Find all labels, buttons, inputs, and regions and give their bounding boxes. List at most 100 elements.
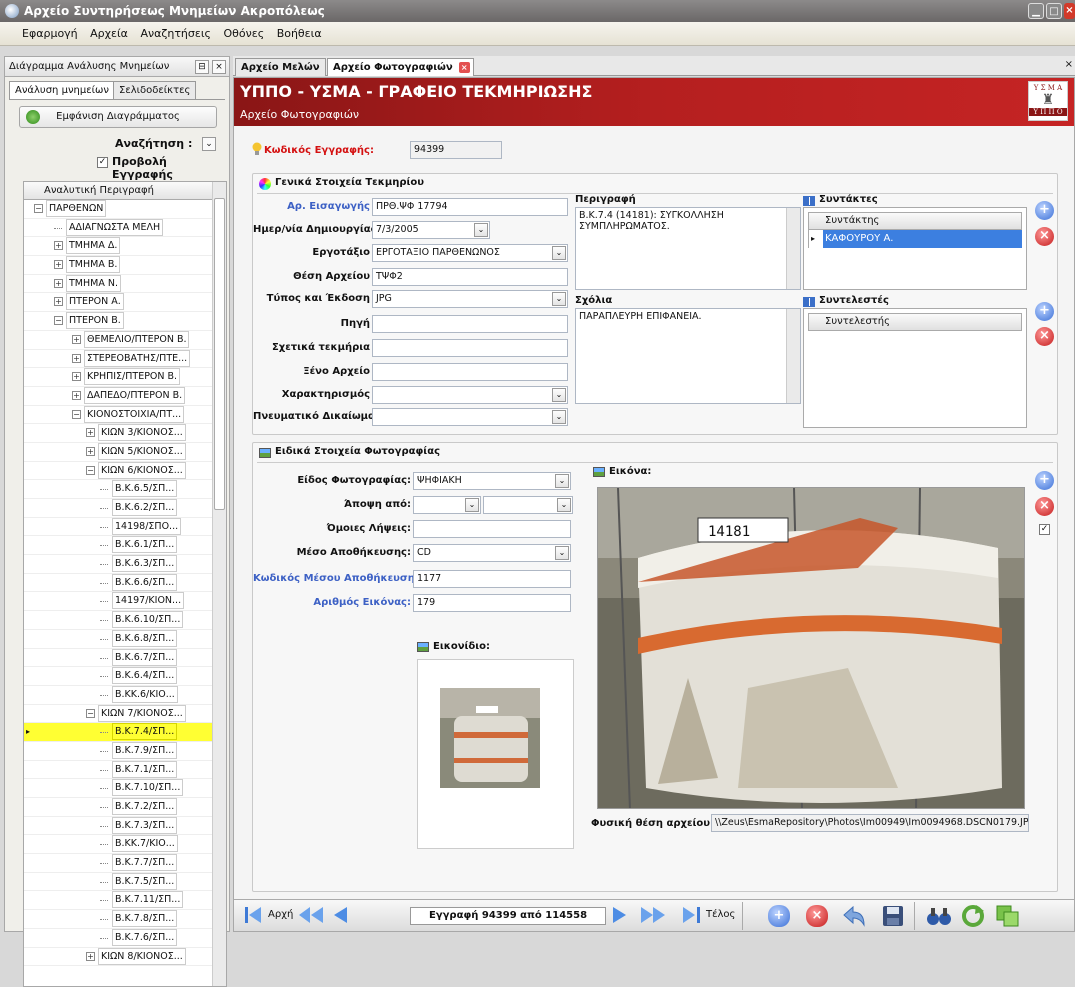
binoculars-icon[interactable] <box>926 905 952 927</box>
expand-icon[interactable]: + <box>72 353 81 363</box>
panel-close-icon[interactable]: × <box>212 60 226 74</box>
tree-row[interactable]: − ΚΙΟΝΟΣΤΟΙΧΙΑ/ΠΤ... <box>24 405 226 425</box>
search-dropdown-icon[interactable]: ⌄ <box>202 137 216 151</box>
tree-row[interactable]: Β.Κ.6.4/ΣΠ... <box>24 667 226 686</box>
tree-node-label[interactable]: ΚΙΩΝ 3/ΚΙΟΝΟΣ... <box>98 424 186 442</box>
save-icon[interactable] <box>882 905 904 927</box>
expand-icon[interactable]: + <box>54 241 63 251</box>
menu-item-searches[interactable]: Αναζητήσεις <box>140 27 211 40</box>
tree-row[interactable]: Β.Κ.6.1/ΣΠ... <box>24 536 226 556</box>
tab-members-archive[interactable]: Αρχείο Μελών <box>235 58 326 76</box>
chevron-down-icon[interactable]: ⌄ <box>557 498 571 512</box>
tree-node-label[interactable]: Β.Κ.7.7/ΣΠ... <box>112 854 178 872</box>
close-tab-icon[interactable]: × <box>458 62 470 73</box>
general-field-input[interactable] <box>372 339 568 357</box>
delete-image-button[interactable]: × <box>1035 497 1054 516</box>
last-record-icon[interactable] <box>682 906 702 924</box>
add-image-button[interactable]: + <box>1035 471 1054 490</box>
menu-item-screens[interactable]: Οθόνες <box>224 27 265 40</box>
tree-node-label[interactable]: Β.Κ.6.3/ΣΠ... <box>112 555 178 573</box>
tree-scrollbar[interactable] <box>212 182 226 986</box>
tree-row[interactable]: + ΣΤΕΡΕΟΒΑΤΗΣ/ΠΤΕ... <box>24 349 226 369</box>
tree-node-label[interactable]: ΘΕΜΕΛΙΟ/ΠΤΕΡΟΝ Β. <box>84 330 190 348</box>
expand-icon[interactable]: + <box>72 390 81 400</box>
tree-node-label[interactable]: Β.Κ.7.8/ΣΠ... <box>112 910 178 928</box>
tree-node-label[interactable]: Β.Κ.6.2/ΣΠ... <box>112 499 178 516</box>
previous-icon[interactable] <box>332 906 348 924</box>
show-diagram-button[interactable]: Εμφάνιση Διαγράμματος <box>19 106 217 128</box>
tree-node-label[interactable]: ΠΤΕΡΟΝ Β. <box>66 312 124 330</box>
description-textarea[interactable]: Β.Κ.7.4 (14181): ΣΥΓΚΟΛΛΗΣΗ ΣΥΜΠΛΗΡΩΜΑΤΟ… <box>575 207 801 290</box>
chevron-down-icon[interactable]: ⌄ <box>552 292 566 306</box>
chevron-down-icon[interactable]: ⌄ <box>465 498 479 512</box>
tree-row[interactable]: Β.Κ.7.2/ΣΠ... <box>24 798 226 817</box>
chevron-down-icon[interactable]: ⌄ <box>552 246 566 260</box>
expand-icon[interactable]: + <box>86 428 95 438</box>
tree-row[interactable]: + ΠΤΕΡΟΝ Α. <box>24 293 226 313</box>
tree-node-label[interactable]: Β.Κ.6.6/ΣΠ... <box>112 573 178 591</box>
fast-back-icon[interactable] <box>298 906 324 924</box>
delete-record-button[interactable]: × <box>806 905 828 927</box>
tree-node-label[interactable]: ΚΙΩΝ 5/ΚΙΟΝΟΣ... <box>98 442 186 460</box>
tree-row[interactable]: Β.Κ.7.8/ΣΠ... <box>24 910 226 929</box>
tree-node-label[interactable]: Β.Κ.7.2/ΣΠ... <box>112 798 178 815</box>
general-field-input[interactable]: ΠΡΘ.ΨΦ 17794 <box>372 198 568 216</box>
tab-bookmarks[interactable]: Σελιδοδείκτες <box>113 81 197 99</box>
refresh-icon[interactable] <box>962 905 984 927</box>
tree-node-label[interactable]: Β.Κ.7.5/ΣΠ... <box>112 872 178 890</box>
tree-row[interactable]: 14198/ΣΠΟ... <box>24 517 226 537</box>
general-field-input[interactable]: 7/3/2005 ⌄ <box>372 221 490 239</box>
tree-node-label[interactable]: Β.Κ.6.10/ΣΠ... <box>112 611 184 629</box>
tree-node-label[interactable]: 14197/ΚΙΟΝ... <box>112 592 185 610</box>
tree-row[interactable]: Β.Κ.6.2/ΣΠ... <box>24 499 226 518</box>
tree-row[interactable]: + ΘΕΜΕΛΙΟ/ΠΤΕΡΟΝ Β. <box>24 330 226 350</box>
tree-node-label[interactable]: Β.Κ.7.6/ΣΠ... <box>112 928 178 946</box>
tree-row[interactable]: 14197/ΚΙΟΝ... <box>24 592 226 612</box>
chevron-down-icon[interactable]: ⌄ <box>552 388 566 402</box>
tree-node-label[interactable]: ΣΤΕΡΕΟΒΑΤΗΣ/ΠΤΕ... <box>84 349 191 367</box>
next-icon[interactable] <box>612 906 628 924</box>
photo-field-input[interactable]: ΨΗΦΙΑΚΗ ⌄ <box>413 472 571 490</box>
add-contributor-button[interactable]: + <box>1035 302 1054 321</box>
photo-field-input[interactable]: 179 <box>413 594 571 612</box>
delete-contributor-button[interactable]: × <box>1035 327 1054 346</box>
contributors-grid[interactable]: Συντελεστής <box>803 308 1027 428</box>
general-field-input[interactable]: JPG ⌄ <box>372 290 568 308</box>
tree-node-label[interactable]: Β.Κ.7.1/ΣΠ... <box>112 760 178 778</box>
photo-field-input[interactable]: 1177 <box>413 570 571 588</box>
tree-node-label[interactable]: 14198/ΣΠΟ... <box>112 517 182 535</box>
menu-item-application[interactable]: Εφαρμογή <box>22 27 78 40</box>
minimize-button[interactable]: ▁ <box>1028 3 1044 19</box>
tree-row[interactable]: Β.Κ.6.8/ΣΠ... <box>24 629 226 649</box>
photo-field-input[interactable]: CD ⌄ <box>413 544 571 562</box>
tree-row[interactable]: Β.Κ.7.3/ΣΠ... <box>24 816 226 836</box>
tree-node-label[interactable]: ΤΜΗΜΑ Δ. <box>66 237 121 255</box>
expand-icon[interactable]: + <box>54 260 63 270</box>
tree-node-label[interactable]: ΚΡΗΠΙΣ/ΠΤΕΡΟΝ Β. <box>84 368 181 386</box>
tree-node-label[interactable]: ΚΙΩΝ 7/ΚΙΟΝΟΣ... <box>98 704 186 722</box>
tree-row[interactable]: Β.Κ.6.3/ΣΠ... <box>24 555 226 574</box>
menu-item-help[interactable]: Βοήθεια <box>277 27 322 40</box>
tree-row[interactable]: + ΤΜΗΜΑ Β. <box>24 256 226 275</box>
tree-node-label[interactable]: Β.Κ.7.4/ΣΠ... <box>112 723 178 741</box>
tree-node-label[interactable]: ΚΙΩΝ 6/ΚΙΟΝΟΣ... <box>98 461 186 479</box>
tree-row[interactable]: − ΠΑΡΘΕΝΩΝ <box>24 200 226 219</box>
delete-author-button[interactable]: × <box>1035 227 1054 246</box>
last-record-label[interactable]: Τέλος <box>706 909 735 920</box>
image-checkbox[interactable]: ✓ <box>1039 524 1050 535</box>
collapse-icon[interactable]: − <box>86 465 95 475</box>
pin-icon[interactable]: ⊟ <box>195 60 209 74</box>
tree-row[interactable]: Β.Κ.6.10/ΣΠ... <box>24 611 226 630</box>
tree-node-label[interactable]: Β.Κ.7.9/ΣΠ... <box>112 741 178 759</box>
tree-row[interactable]: − ΚΙΩΝ 6/ΚΙΟΝΟΣ... <box>24 461 226 481</box>
show-record-checkbox[interactable]: ✓ <box>97 157 108 168</box>
new-record-button[interactable]: + <box>768 905 790 927</box>
tree-row[interactable]: Β.Κ.7.6/ΣΠ... <box>24 928 226 948</box>
first-record-icon[interactable] <box>244 906 262 924</box>
tree-node-label[interactable]: Β.Κ.7.11/ΣΠ... <box>112 891 184 909</box>
tree-node-label[interactable]: Β.Κ.6.1/ΣΠ... <box>112 536 178 554</box>
tree-node-label[interactable]: Β.Κ.6.4/ΣΠ... <box>112 667 178 685</box>
author-cell[interactable]: ΚΑΦΟΥΡΟΥ Α. <box>823 230 1022 248</box>
comments-scrollbar[interactable] <box>786 309 800 403</box>
tree-node-label[interactable]: Β.ΚΚ.6/ΚΙΟ... <box>112 685 178 703</box>
